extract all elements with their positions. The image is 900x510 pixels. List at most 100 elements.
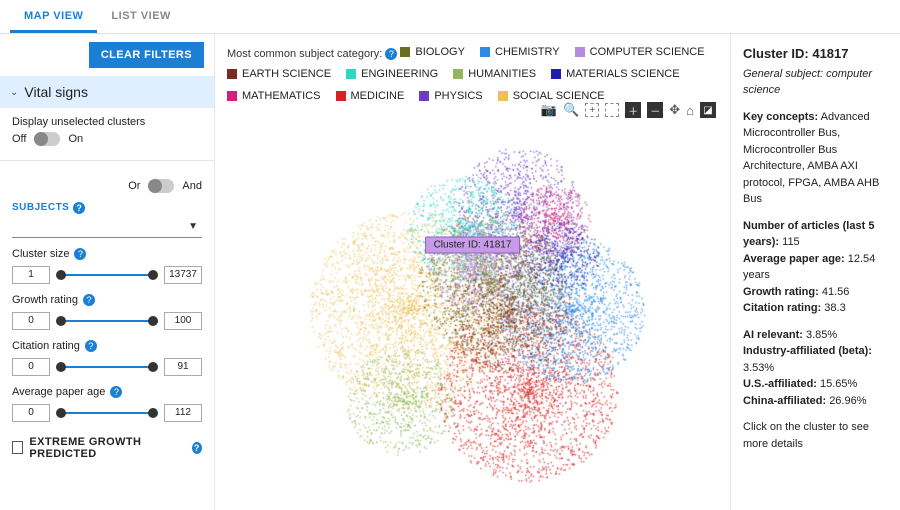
cluster-tooltip: Cluster ID: 41817 [425,236,521,253]
slider-track[interactable] [58,320,156,322]
view-tabs: MAP VIEW LIST VIEW [0,0,900,34]
legend-label: MATHEMATICS [242,86,320,106]
legend-swatch [346,69,356,79]
cluster-scatter-plot[interactable]: Cluster ID: 41817 [227,108,718,510]
legend-label: MATERIALS SCIENCE [566,64,680,84]
legend-swatch [498,91,508,101]
slider-track[interactable] [58,412,156,414]
legend-swatch [480,47,490,57]
slider-track[interactable] [58,366,156,368]
help-icon[interactable]: ? [74,248,86,260]
slider-label: Citation rating [12,340,80,352]
legend-swatch [453,69,463,79]
help-icon[interactable]: ? [73,202,85,214]
help-icon[interactable]: ? [85,340,97,352]
legend-item[interactable]: ENGINEERING [346,64,438,84]
age-label: Average paper age: [743,253,845,265]
key-concepts-label: Key concepts: [743,111,818,123]
slider-max[interactable]: 100 [164,312,202,330]
slider-min[interactable]: 0 [12,358,50,376]
average-paper-age-slider: Average paper age? 0 112 [12,386,202,422]
legend-label: ENGINEERING [361,64,438,84]
help-icon[interactable]: ? [110,386,122,398]
slider-label: Cluster size [12,248,69,260]
legend-item[interactable]: MEDICINE [336,86,405,106]
slider-max[interactable]: 91 [164,358,202,376]
legend-item[interactable]: EARTH SCIENCE [227,64,331,84]
slider-track[interactable] [58,274,156,276]
legend-item[interactable]: CHEMISTRY [480,42,560,62]
slider-min[interactable]: 0 [12,312,50,330]
extreme-growth-label: EXTREME GROWTH PREDICTED [29,436,185,460]
industry-value: 3.53% [743,362,774,374]
help-icon[interactable]: ? [83,294,95,306]
help-icon[interactable]: ? [385,48,397,60]
legend-label: CHEMISTRY [495,42,560,62]
legend-item[interactable]: COMPUTER SCIENCE [575,42,705,62]
display-unselected-toggle[interactable] [34,132,60,146]
clear-filters-button[interactable]: CLEAR FILTERS [89,42,204,68]
tab-list-view[interactable]: LIST VIEW [97,0,185,33]
growth-value: 41.56 [822,286,850,298]
subjects-label: SUBJECTS ? [12,202,85,214]
growth-label: Growth rating: [743,286,819,298]
legend-swatch [400,47,410,57]
legend-label: MEDICINE [351,86,405,106]
legend-label: BIOLOGY [415,42,465,62]
legend: Most common subject category: ? BIOLOGY … [227,42,718,108]
slider-min[interactable]: 1 [12,266,50,284]
legend-swatch [336,91,346,101]
legend-prefix: Most common subject category: [227,48,382,60]
detail-title: Cluster ID: 41817 [743,44,888,64]
legend-item[interactable]: MATERIALS SCIENCE [551,64,680,84]
growth-rating-slider: Growth rating? 0 100 [12,294,202,330]
articles-label: Number of articles (last 5 years): [743,220,874,249]
us-label: U.S.-affiliated: [743,378,817,390]
caret-down-icon: ▼ [188,221,198,232]
map-panel: Most common subject category: ? BIOLOGY … [215,34,730,510]
china-label: China-affiliated: [743,395,826,407]
slider-max[interactable]: 112 [164,404,202,422]
legend-swatch [419,91,429,101]
tab-map-view[interactable]: MAP VIEW [10,0,97,33]
detail-subject-label: General subject: [743,68,823,80]
filters-sidebar: CLEAR FILTERS ⌄ Vital signs Display unse… [0,34,215,510]
citation-rating-slider: Citation rating? 0 91 [12,340,202,376]
extreme-growth-checkbox-row[interactable]: EXTREME GROWTH PREDICTED ? [12,436,202,460]
checkbox-icon[interactable] [12,441,23,454]
legend-swatch [227,69,237,79]
and-label: And [182,180,202,192]
citation-label: Citation rating: [743,302,821,314]
slider-label: Average paper age [12,386,105,398]
slider-max[interactable]: 13737 [164,266,202,284]
vital-signs-section[interactable]: ⌄ Vital signs [0,76,214,108]
legend-item[interactable]: MATHEMATICS [227,86,320,106]
subjects-select[interactable]: ▼ [12,216,202,238]
help-icon[interactable]: ? [192,442,202,454]
section-title: Vital signs [24,84,88,100]
legend-item[interactable]: HUMANITIES [453,64,536,84]
slider-label: Growth rating [12,294,78,306]
articles-value: 115 [782,236,800,248]
and-or-toggle[interactable] [148,179,174,193]
china-value: 26.96% [829,395,866,407]
slider-min[interactable]: 0 [12,404,50,422]
legend-label: COMPUTER SCIENCE [590,42,705,62]
or-label: Or [128,180,140,192]
legend-swatch [227,91,237,101]
legend-item[interactable]: PHYSICS [419,86,482,106]
citation-value: 38.3 [824,302,845,314]
us-value: 15.65% [820,378,857,390]
toggle-off-label: Off [12,133,26,145]
ai-value: 3.85% [806,329,837,341]
legend-item[interactable]: BIOLOGY [400,42,465,62]
cluster-size-slider: Cluster size? 1 13737 [12,248,202,284]
chevron-down-icon: ⌄ [10,87,18,98]
cluster-detail-panel: Cluster ID: 41817 General subject: compu… [730,34,900,510]
key-concepts-value: Advanced Microcontroller Bus, Microcontr… [743,111,879,206]
legend-label: HUMANITIES [468,64,536,84]
legend-label: PHYSICS [434,86,482,106]
legend-swatch [551,69,561,79]
industry-label: Industry-affiliated (beta): [743,345,872,357]
ai-label: AI relevant: [743,329,803,341]
